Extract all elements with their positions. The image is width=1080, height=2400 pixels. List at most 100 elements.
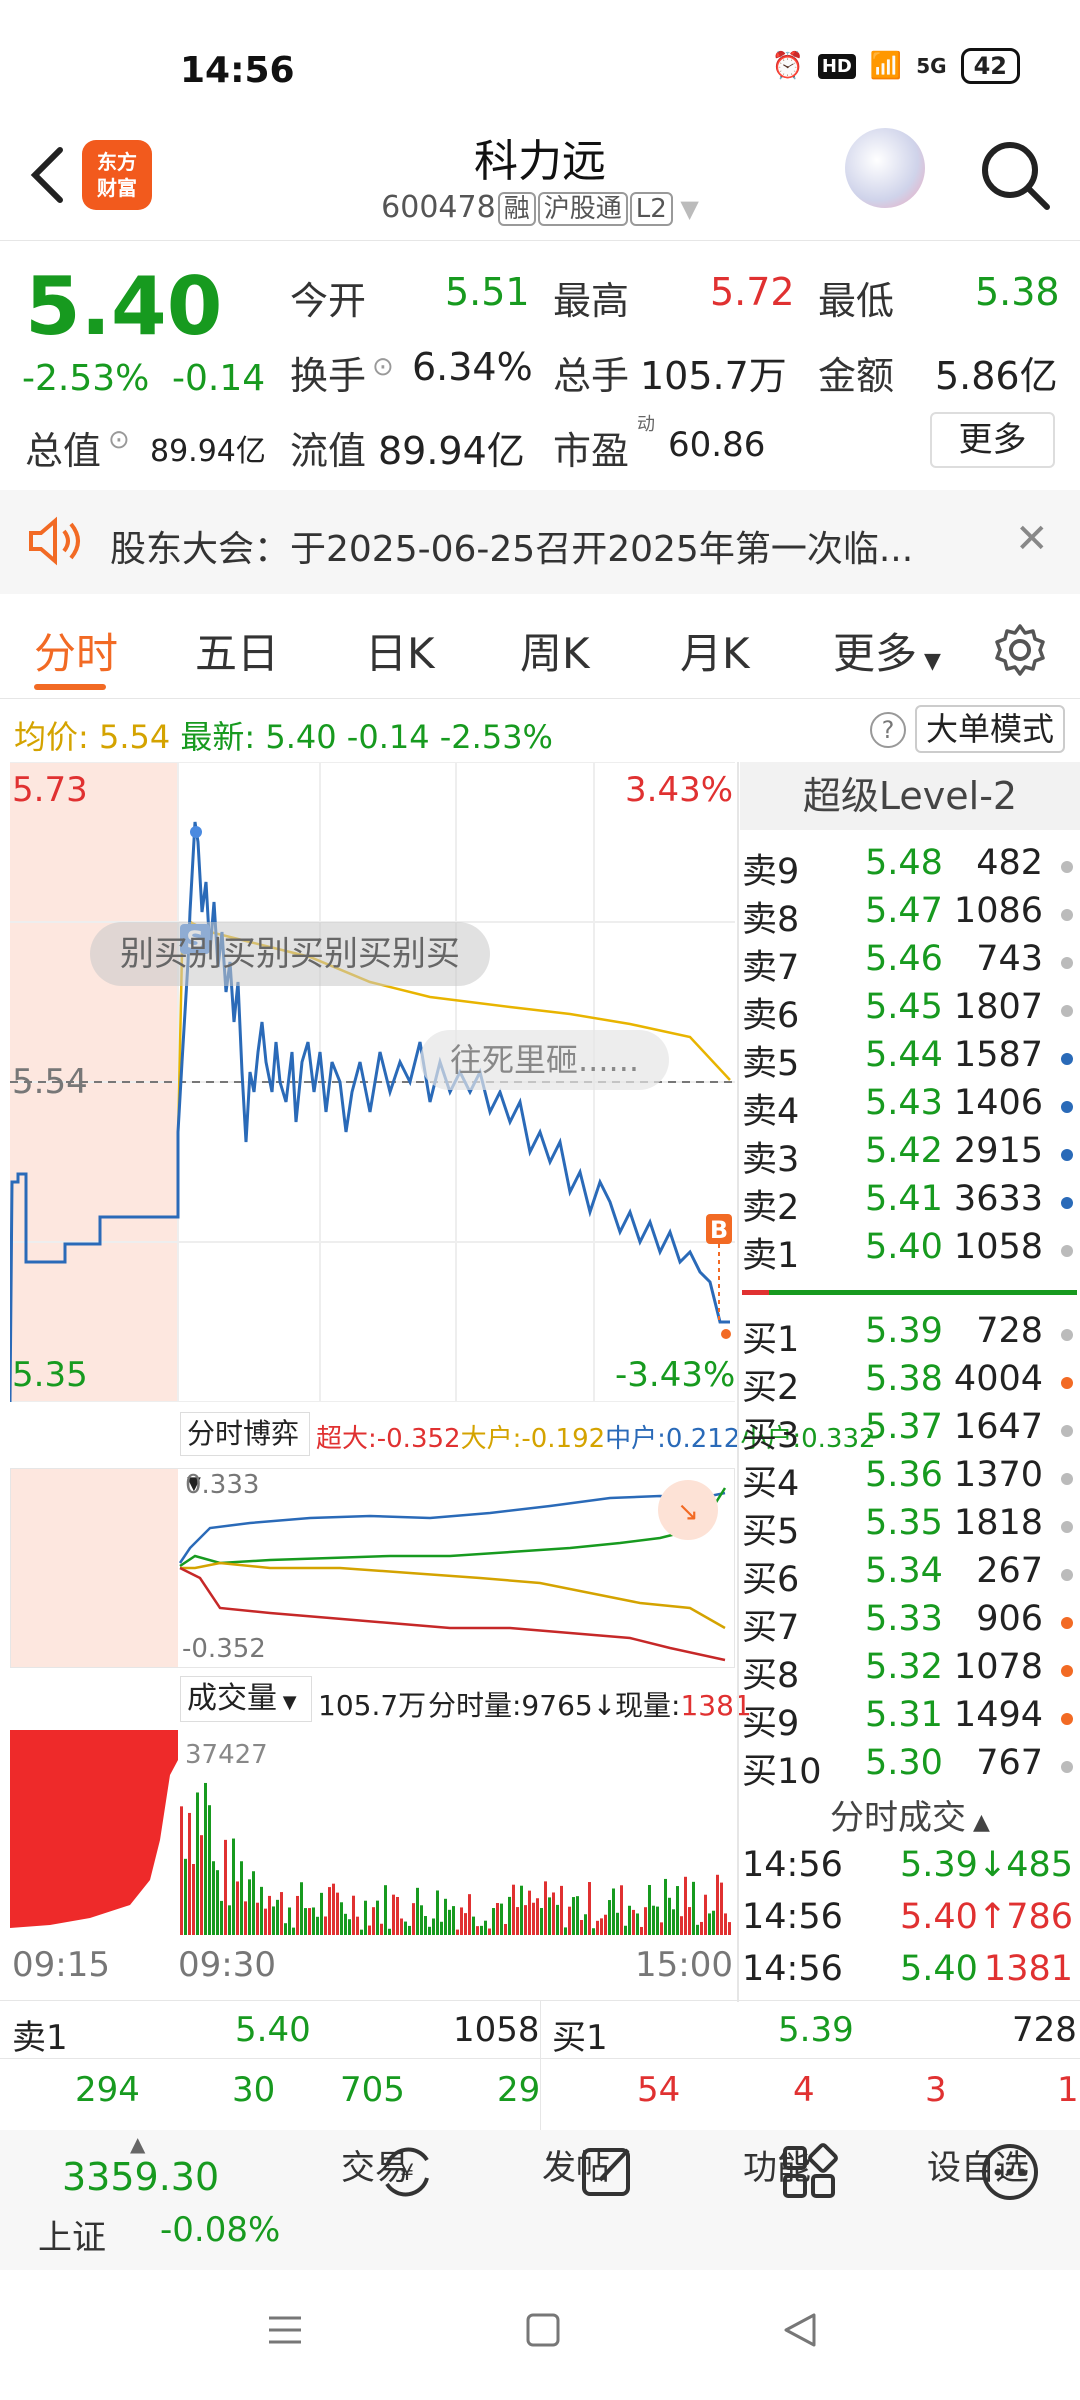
nav-add-watchlist[interactable]: 设自选 [918, 2140, 1038, 2200]
volume-bar [432, 1918, 435, 1935]
more-button[interactable]: 更多 [930, 412, 1055, 468]
ask-row[interactable]: 卖2 5.41 3633 [740, 1179, 1075, 1228]
close-icon[interactable]: ✕ [1015, 516, 1049, 562]
summary-sell-label: 卖1 [12, 2018, 68, 2058]
volume-dropdown[interactable]: 成交量 ▼ [180, 1676, 312, 1722]
tab-daily[interactable]: 日K [365, 620, 435, 681]
ask-order-dot [1061, 1053, 1073, 1065]
nav-functions[interactable]: 功能 [717, 2140, 838, 2198]
bid-row[interactable]: 买1 5.39 728 [740, 1311, 1075, 1360]
bid-row[interactable]: 买10 5.30 767 [740, 1743, 1075, 1792]
volume-bar [192, 1864, 195, 1935]
volume-bar [612, 1888, 615, 1935]
stock-code-row[interactable]: 600478 融沪股通 L2 ▼ [0, 188, 1080, 226]
volume-chart[interactable] [10, 1730, 735, 1935]
arrow-down-right-icon: ↘ [677, 1497, 699, 1527]
volume-now-label: 现量: [615, 1689, 681, 1722]
ask-row[interactable]: 卖6 5.45 1807 [740, 987, 1075, 1036]
info-icon[interactable]: ⊙ [108, 425, 130, 455]
volume-bar [472, 1916, 475, 1935]
change-percent: -2.53% [22, 358, 150, 399]
tab-more[interactable]: 更多 ▼ [833, 620, 941, 681]
volume-bar [548, 1897, 551, 1935]
flow-dropdown[interactable]: 分时博弈 ▼ [180, 1412, 310, 1494]
mcap-label: 总值 [25, 429, 102, 473]
time-start: 09:15 [12, 1945, 110, 1985]
orderbook-title[interactable]: 超级Level-2 [740, 762, 1080, 830]
home-icon[interactable] [523, 2310, 563, 2350]
bid-volume: 1494 [953, 1695, 1043, 1735]
ask-row[interactable]: 卖5 5.44 1587 [740, 1035, 1075, 1084]
axis-top-pct: 3.43% [625, 770, 734, 810]
volume-bar [292, 1927, 295, 1935]
bid-row[interactable]: 买2 5.38 4004 [740, 1359, 1075, 1408]
bid-price: 5.34 [865, 1551, 943, 1591]
volume-bar [356, 1916, 359, 1935]
tab-weekly[interactable]: 周K [520, 620, 590, 681]
ask-order-dot [1061, 1197, 1073, 1209]
ask-order-dot [1061, 1101, 1073, 1113]
search-icon[interactable] [975, 135, 1055, 215]
bid-row[interactable]: 买7 5.33 906 [740, 1599, 1075, 1648]
nav-post[interactable]: 发帖 [516, 2140, 636, 2196]
trade-time: 14:56 [742, 1949, 843, 1989]
axis-top-price: 5.73 [12, 770, 88, 810]
trade-volume: 786 [1006, 1897, 1073, 1937]
ask-row[interactable]: 卖8 5.47 1086 [740, 891, 1075, 940]
trades-title[interactable]: 分时成交 ▲ [740, 1790, 1080, 1839]
divider [540, 2000, 541, 2130]
index-value[interactable]: 3359.30 [62, 2155, 219, 2199]
volume-bar [716, 1874, 719, 1935]
bid-row[interactable]: 买6 5.34 267 [740, 1551, 1075, 1600]
index-change[interactable]: -0.08% [160, 2210, 280, 2250]
ask-price: 5.48 [865, 843, 943, 883]
summary-buy-label: 买1 [552, 2018, 608, 2058]
bid-row[interactable]: 买3 5.37 1647 [740, 1407, 1075, 1456]
bid-level: 买9 [742, 1704, 800, 1744]
trade-price: 5.40 [900, 1949, 978, 1989]
volume-bar [188, 1812, 191, 1935]
volume-bar [648, 1884, 651, 1935]
tab-monthly[interactable]: 月K [680, 620, 750, 681]
volume-bar [568, 1906, 571, 1935]
bid-row[interactable]: 买8 5.32 1078 [740, 1647, 1075, 1696]
volume-bar [400, 1918, 403, 1935]
big-order-mode-button[interactable]: 大单模式 [915, 705, 1065, 753]
volume-bar [340, 1902, 343, 1935]
change-amount: -0.14 [172, 358, 266, 399]
capital-flow-chart[interactable]: ↘ [10, 1468, 735, 1668]
volume-bar [396, 1896, 399, 1935]
ask-row[interactable]: 卖3 5.42 2915 [740, 1131, 1075, 1180]
volume-bar [236, 1881, 239, 1935]
bid-order-dot [1061, 1425, 1073, 1437]
bid-row[interactable]: 买4 5.36 1370 [740, 1455, 1075, 1504]
bid-price: 5.35 [865, 1503, 943, 1543]
buy-split: 54 [637, 2070, 681, 2110]
volume-bar [200, 1835, 203, 1935]
danmaku-comment[interactable]: 别买别买别买别买别买 [90, 922, 490, 986]
help-icon[interactable]: ? [870, 712, 906, 748]
preopen-shading [10, 1468, 178, 1668]
sell-split: 294 [75, 2070, 140, 2110]
volume-minute: 分时量:9765↓ [428, 1689, 617, 1722]
ask-row[interactable]: 卖1 5.40 1058 [740, 1227, 1075, 1276]
ask-row[interactable]: 卖7 5.46 743 [740, 939, 1075, 988]
back-nav-icon[interactable] [780, 2310, 820, 2350]
bid-level: 买10 [742, 1752, 822, 1792]
signal-icon: 5G [916, 54, 947, 78]
tab-minute[interactable]: 分时 [34, 620, 118, 681]
settings-icon[interactable] [992, 622, 1048, 678]
danmaku-comment[interactable]: 往死里砸...... [420, 1030, 670, 1090]
index-name[interactable]: 上证 [38, 2210, 106, 2259]
info-icon[interactable]: ⊙ [372, 352, 394, 382]
bid-row[interactable]: 买5 5.35 1818 [740, 1503, 1075, 1552]
bid-level: 买3 [742, 1416, 800, 1456]
ask-row[interactable]: 卖4 5.43 1406 [740, 1083, 1075, 1132]
menu-icon[interactable] [265, 2310, 305, 2350]
alarm-icon: ⏰ [771, 51, 804, 81]
assistant-avatar[interactable] [845, 128, 925, 208]
nav-trade[interactable]: ¥ 交易 [315, 2140, 435, 2197]
ask-row[interactable]: 卖9 5.48 482 [740, 843, 1075, 892]
tab-5day[interactable]: 五日 [195, 620, 279, 681]
bid-row[interactable]: 买9 5.31 1494 [740, 1695, 1075, 1744]
